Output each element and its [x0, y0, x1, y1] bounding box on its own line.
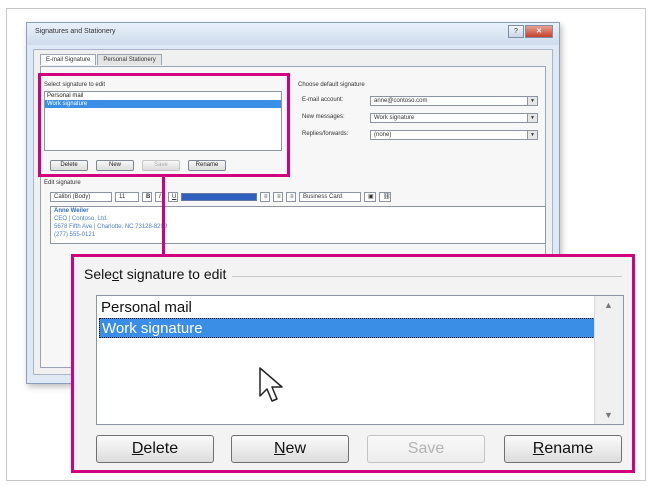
highlight-connector [162, 177, 165, 259]
signature-line: (277) 555-0121 [54, 232, 96, 238]
default-signature-label: Choose default signature [298, 82, 365, 88]
signature-line: CEO | Contoso, Ltd. [54, 216, 108, 222]
close-button[interactable]: ✕ [525, 25, 553, 38]
new-button[interactable]: New [231, 435, 349, 463]
list-item-personal-mail[interactable]: Personal mail [99, 298, 595, 318]
button-label: ename [544, 440, 594, 457]
email-account-label: E-mail account: [302, 97, 344, 103]
new-messages-label: New messages: [302, 114, 345, 120]
picture-icon[interactable]: ▣ [364, 192, 376, 202]
signature-list[interactable]: Personal mail Work signature ▲ ▼ [96, 295, 624, 425]
size-select[interactable]: 11 [115, 192, 139, 202]
new-messages-select[interactable]: Work signature ▼ [370, 113, 538, 123]
signature-editor[interactable]: Anne Weiler CEO | Contoso, Ltd. 5678 Fif… [50, 206, 546, 244]
accesskey: R [532, 440, 545, 457]
replies-value: (none) [374, 132, 392, 138]
accesskey: D [131, 440, 144, 457]
mouse-cursor-icon [259, 367, 283, 402]
email-account-value: anne@contoso.com [374, 98, 428, 104]
save-button: Save [367, 435, 485, 463]
button-row: Delete New Save Rename [96, 435, 622, 463]
zoom-callout: Select signature to edit Personal mail W… [71, 254, 635, 473]
label-accesskey: c [112, 266, 120, 282]
chevron-down-icon: ▼ [527, 131, 537, 139]
list-item-work-signature[interactable]: Work signature [99, 318, 595, 338]
bold-button[interactable]: B [142, 192, 152, 202]
font-select[interactable]: Calibri (Body) [50, 192, 112, 202]
align-right-icon[interactable]: ≡ [286, 192, 296, 202]
label-part: Sele [84, 266, 113, 282]
format-toolbar: Calibri (Body) 11 B I U ≡ ≡ ≡ Business C… [50, 191, 544, 203]
font-color-bar[interactable] [181, 193, 257, 201]
highlight-box [38, 73, 290, 177]
help-button[interactable]: ? [508, 25, 524, 38]
scroll-down-icon[interactable]: ▼ [604, 410, 613, 420]
button-label: elete [143, 440, 179, 457]
button-label: ew [285, 440, 306, 457]
window-title-bar: Signatures and Stationery ? ✕ [27, 23, 559, 45]
tab-email-signature[interactable]: E-mail Signature [40, 54, 97, 65]
edit-signature-label: Edit signature [44, 180, 81, 186]
chevron-down-icon: ▼ [527, 114, 537, 122]
replies-select[interactable]: (none) ▼ [370, 130, 538, 140]
signature-line: 5678 Fifth Ave | Charlotte, NC 73128-829… [54, 224, 168, 230]
align-center-icon[interactable]: ≡ [273, 192, 283, 202]
tab-personal-stationery[interactable]: Personal Stationery [97, 54, 162, 65]
business-card-button[interactable]: Business Card [299, 192, 361, 202]
hyperlink-icon[interactable]: ⛓ [379, 192, 391, 202]
chevron-down-icon: ▼ [527, 97, 537, 105]
replies-label: Replies/forwards: [302, 131, 349, 137]
align-left-icon[interactable]: ≡ [260, 192, 270, 202]
delete-button[interactable]: Delete [96, 435, 214, 463]
list-scrollbar[interactable]: ▲ ▼ [594, 296, 623, 424]
accesskey: N [273, 440, 286, 457]
new-messages-value: Work signature [374, 115, 415, 121]
underline-button[interactable]: U [168, 192, 178, 202]
email-account-select[interactable]: anne@contoso.com ▼ [370, 96, 538, 106]
window-title: Signatures and Stationery [35, 28, 116, 35]
signature-name: Anne Weiler [54, 208, 89, 214]
select-signature-label: Select signature to edit [84, 266, 233, 282]
label-part: t signature to edit [119, 266, 227, 282]
rename-button[interactable]: Rename [504, 435, 622, 463]
scroll-up-icon[interactable]: ▲ [604, 300, 613, 310]
